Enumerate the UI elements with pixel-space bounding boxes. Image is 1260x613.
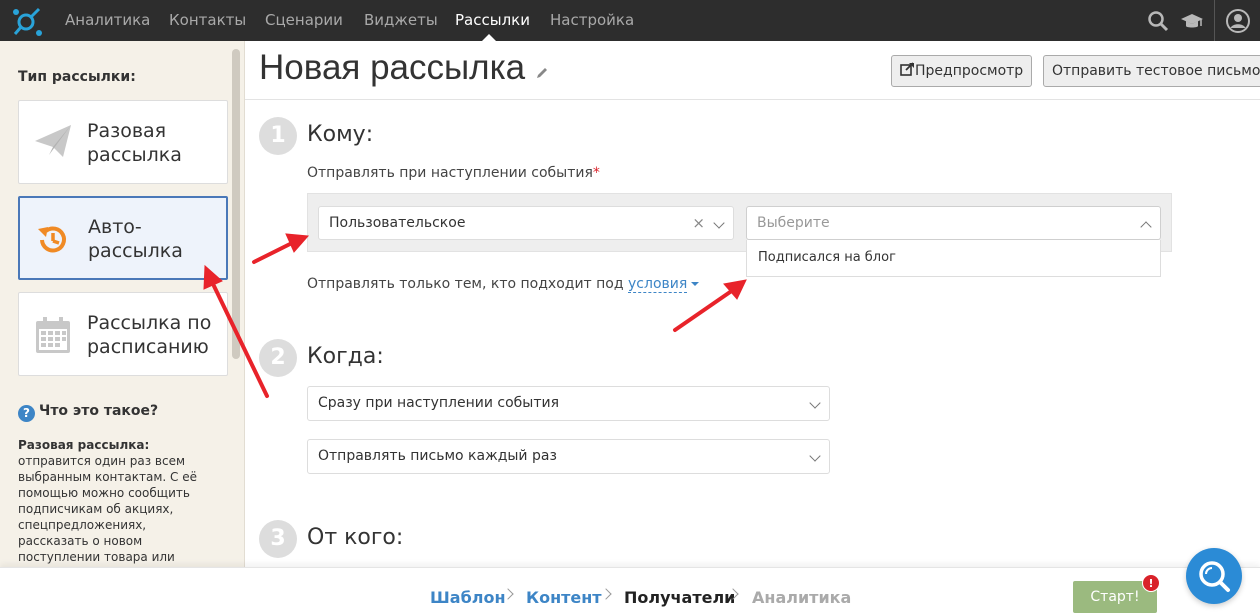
event-field-label-text: Отправлять при наступлении события (307, 165, 593, 181)
nav-scenarios[interactable]: Сценарии (265, 0, 343, 41)
chevron-down-icon (809, 397, 821, 409)
pencil-icon[interactable] (535, 66, 549, 80)
help-title-text: Что это такое? (39, 403, 159, 419)
paper-plane-icon (35, 125, 71, 157)
type-card-label: Разовая рассылка (87, 120, 182, 166)
nav-widgets[interactable]: Виджеты (364, 0, 438, 41)
chat-search-button[interactable] (1186, 548, 1242, 604)
step-number: 2 (259, 339, 297, 377)
external-link-icon (900, 62, 914, 76)
step-number: 1 (259, 117, 297, 155)
annotation-arrow-right (673, 288, 735, 332)
graduation-cap-icon[interactable] (1180, 9, 1204, 33)
step-title: Кому: (307, 122, 374, 147)
conditions-link[interactable]: условия (628, 276, 688, 293)
step-title: От кого: (307, 525, 404, 550)
top-navigation-bar: Аналитика Контакты Сценарии Виджеты Расс… (0, 0, 1260, 41)
page-title: Новая рассылка (259, 48, 526, 87)
event-field-label: Отправлять при наступлении события* (307, 165, 600, 181)
send-test-button[interactable]: Отправить тестовое письмо (1043, 55, 1260, 87)
preview-button[interactable]: Предпросмотр (891, 55, 1033, 87)
preview-button-label: Предпросмотр (915, 63, 1024, 79)
logo-icon[interactable] (10, 4, 44, 38)
required-mark: * (592, 165, 600, 181)
conditions-prefix: Отправлять только тем, кто подходит под (307, 276, 624, 292)
type-card-auto[interactable]: Авто-рассылка (18, 196, 228, 280)
frequency-value: Отправлять письмо каждый раз (318, 448, 557, 464)
sidebar-heading: Тип рассылки: (18, 69, 136, 85)
wizard-step-analytics[interactable]: Аналитика (752, 588, 851, 607)
type-card-label: Рассылка по расписанию (87, 312, 212, 358)
chevron-right-icon (600, 588, 612, 600)
chevron-down-icon (809, 450, 821, 462)
timing-value: Сразу при наступлении события (318, 395, 560, 411)
type-card-scheduled[interactable]: Рассылка по расписанию (18, 292, 228, 376)
clock-history-icon (38, 226, 66, 253)
step-number: 3 (259, 520, 297, 558)
alert-badge: ! (1142, 574, 1160, 592)
search-icon[interactable] (1146, 9, 1170, 33)
event-type-select[interactable]: Пользовательское × (318, 206, 734, 240)
caret-down-icon[interactable] (691, 282, 700, 286)
help-title: ? Что это такое? (18, 403, 158, 422)
nav-contacts[interactable]: Контакты (169, 0, 246, 41)
conditions-row: Отправлять только тем, кто подходит под … (307, 276, 700, 293)
timing-select[interactable]: Сразу при наступлении события (307, 386, 830, 421)
wizard-step-recipients[interactable]: Получатели (624, 588, 735, 607)
type-card-label: Авто-рассылка (88, 216, 183, 262)
step-title: Когда: (307, 344, 384, 369)
wizard-step-template[interactable]: Шаблон (430, 588, 506, 607)
help-subtitle: Разовая рассылка: (18, 438, 150, 452)
search-chat-icon (1199, 561, 1230, 592)
question-icon: ? (18, 405, 35, 422)
mailing-type-sidebar: Тип рассылки: Разовая рассылка Авто-расс… (0, 41, 245, 567)
type-card-one-time[interactable]: Разовая рассылка (18, 100, 228, 184)
event-type-value: Пользовательское (329, 215, 466, 231)
send-test-button-label: Отправить тестовое письмо (1052, 63, 1260, 79)
event-select-placeholder: Выберите (757, 215, 830, 231)
event-dropdown-option[interactable]: Подписался на блог (746, 240, 1161, 277)
calendar-icon (36, 317, 70, 353)
user-icon[interactable] (1226, 9, 1250, 33)
nav-settings[interactable]: Настройка (550, 0, 634, 41)
event-select[interactable]: Выберите (746, 206, 1161, 240)
nav-divider (1214, 0, 1215, 41)
sidebar-scrollbar[interactable] (232, 49, 240, 359)
chevron-down-icon (713, 217, 725, 229)
annotation-arrow-left (252, 241, 294, 264)
help-description: отправится один раз всем выбранным конта… (18, 454, 197, 567)
frequency-select[interactable]: Отправлять письмо каждый раз (307, 439, 830, 474)
chevron-up-icon (1140, 221, 1152, 233)
wizard-step-content[interactable]: Контент (526, 588, 602, 607)
active-nav-caret (482, 34, 496, 41)
clear-icon[interactable]: × (692, 207, 705, 239)
nav-analytics[interactable]: Аналитика (65, 0, 150, 41)
help-text: Разовая рассылка: отправится один раз вс… (18, 437, 208, 567)
header-divider (245, 99, 1260, 100)
wizard-footer: Шаблон Контент Получатели Аналитика (0, 567, 1260, 613)
